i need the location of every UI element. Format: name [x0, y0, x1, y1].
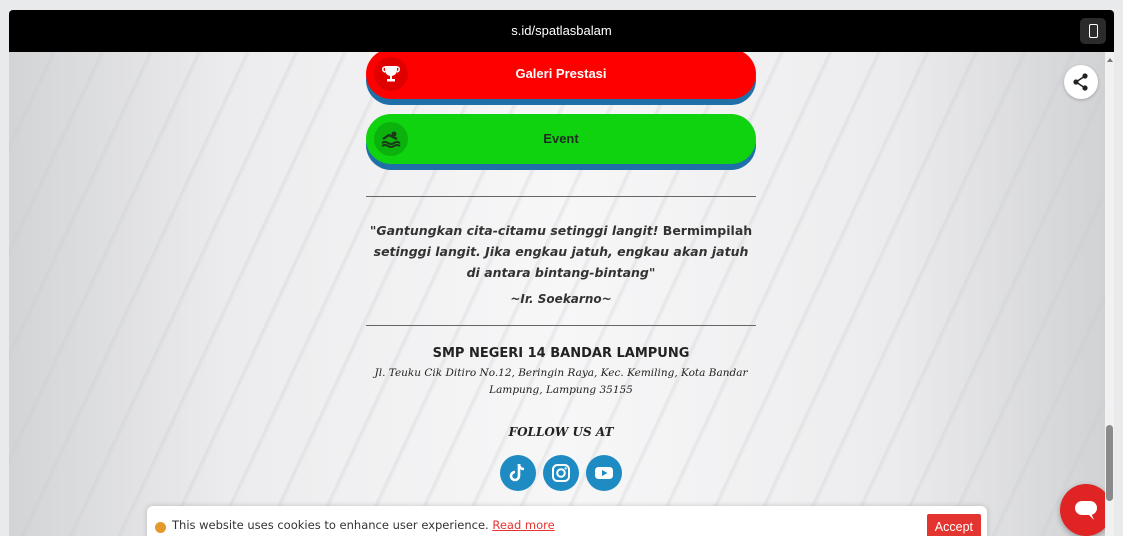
- quote-part-3: setinggi langit. Jika engkau jatuh, engk…: [373, 244, 749, 280]
- tiktok-icon: [509, 463, 525, 482]
- school-address: Jl. Teuku Cik Ditiro No.12, Beringin Ray…: [374, 367, 748, 396]
- device-toggle-button[interactable]: [1080, 18, 1106, 44]
- cookie-icon: [155, 522, 166, 533]
- scroll-up-arrow-icon: [1107, 58, 1113, 62]
- instagram-icon: [552, 464, 570, 482]
- divider: [366, 196, 756, 197]
- share-button[interactable]: [1064, 65, 1098, 99]
- url-text: s.id/spatlasbalam: [511, 23, 612, 38]
- galeri-prestasi-button[interactable]: Galeri Prestasi: [366, 52, 756, 105]
- quote-close-mark: ": [648, 265, 656, 280]
- cookie-message: This website uses cookies to enhance use…: [172, 518, 555, 532]
- share-icon: [1073, 73, 1088, 91]
- scrollbar[interactable]: [1105, 52, 1114, 536]
- tiktok-link[interactable]: [500, 455, 536, 491]
- browser-frame: s.id/spatlasbalam Galeri Prestasi Event …: [9, 0, 1114, 536]
- event-label: Event: [543, 131, 579, 146]
- school-name: SMP NEGERI 14 BANDAR LAMPUNG: [432, 346, 690, 361]
- scrollbar-thumb[interactable]: [1106, 425, 1113, 501]
- galeri-prestasi-label: Galeri Prestasi: [515, 66, 607, 81]
- accept-cookies-button[interactable]: Accept: [926, 514, 981, 536]
- top-bar: s.id/spatlasbalam: [9, 10, 1114, 52]
- youtube-link[interactable]: [586, 455, 622, 491]
- cookie-text: This website uses cookies to enhance use…: [172, 518, 493, 532]
- instagram-link[interactable]: [543, 455, 579, 491]
- quote-author: ~Ir. Soekarno~: [510, 292, 612, 306]
- quote-part-1: Gantungkan cita-citamu setinggi langit!: [376, 223, 659, 238]
- quote-part-2: Bermimpilah: [658, 223, 753, 238]
- read-more-link[interactable]: Read more: [492, 518, 554, 532]
- social-links: [500, 455, 625, 491]
- cookie-banner: This website uses cookies to enhance use…: [147, 506, 987, 536]
- divider: [366, 325, 756, 326]
- quote-text: " Gantungkan cita-citamu setinggi langit!…: [366, 220, 756, 283]
- phone-icon: [1089, 24, 1098, 38]
- event-button[interactable]: Event: [366, 114, 756, 170]
- youtube-icon: [595, 467, 613, 479]
- follow-us-heading: FOLLOW US AT: [508, 425, 614, 439]
- page-content: Galeri Prestasi Event " Gantungkan cita-c…: [9, 52, 1114, 536]
